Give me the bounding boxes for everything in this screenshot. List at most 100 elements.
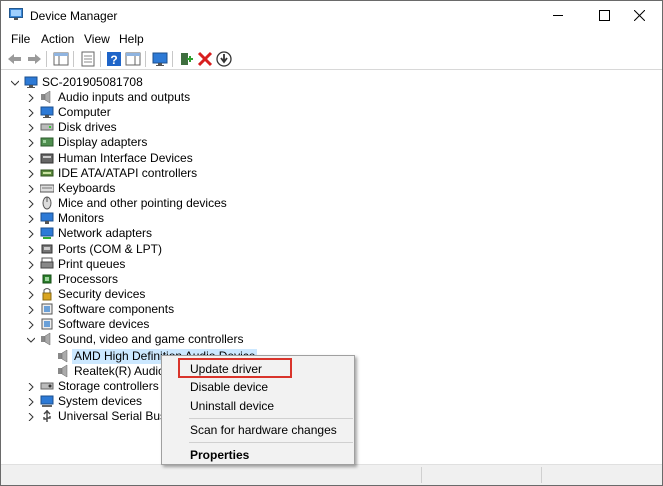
chevron-right-icon[interactable] xyxy=(27,170,35,178)
tree-category-row[interactable]: Disk drives xyxy=(1,120,301,135)
monitor-icon xyxy=(40,212,54,224)
help-icon[interactable]: ? xyxy=(105,50,123,68)
tree-category-row[interactable]: Processors xyxy=(1,272,301,287)
download-update-icon[interactable] xyxy=(215,50,233,68)
chevron-right-icon[interactable] xyxy=(27,276,35,284)
toolbar: ? xyxy=(1,48,662,70)
show-hide-tree-icon[interactable] xyxy=(52,50,70,68)
chevron-right-icon[interactable] xyxy=(27,139,35,147)
close-button[interactable] xyxy=(616,1,662,29)
title-bar: Device Manager xyxy=(1,1,662,29)
storage-controller-icon xyxy=(40,382,54,390)
tree-category-row[interactable]: Audio inputs and outputs xyxy=(1,90,301,105)
back-arrow-icon[interactable] xyxy=(6,50,24,68)
speaker-icon xyxy=(58,364,68,378)
category-label: Storage controllers xyxy=(58,379,159,393)
scan-monitor-icon[interactable] xyxy=(151,50,169,68)
category-label: Monitors xyxy=(58,211,105,225)
toolbar-divider xyxy=(73,51,74,67)
network-adapter-icon xyxy=(40,227,54,239)
status-bar xyxy=(1,464,662,485)
category-label: Disk drives xyxy=(58,120,117,134)
ide-controller-icon xyxy=(40,169,54,177)
ctx-uninstall-device[interactable]: Uninstall device xyxy=(162,396,354,416)
port-icon xyxy=(41,244,53,254)
menu-file[interactable]: File xyxy=(11,32,30,46)
ctx-disable-device[interactable]: Disable device xyxy=(162,377,354,397)
speaker-icon xyxy=(58,349,68,363)
chevron-right-icon[interactable] xyxy=(27,398,35,406)
chevron-right-icon[interactable] xyxy=(27,155,35,163)
sound-controller-icon xyxy=(41,332,51,346)
forward-arrow-icon[interactable] xyxy=(25,50,43,68)
tree-category-row[interactable]: Software components xyxy=(1,302,301,317)
tree-root[interactable]: SC-201905081708 xyxy=(1,75,301,90)
properties-icon[interactable] xyxy=(79,50,97,68)
menu-bar: File Action View Help xyxy=(1,29,662,48)
toolbar-divider xyxy=(172,51,173,67)
chevron-right-icon[interactable] xyxy=(27,291,35,299)
processor-icon xyxy=(42,274,52,284)
chevron-down-icon[interactable] xyxy=(11,79,19,87)
status-divider xyxy=(541,467,542,483)
chevron-right-icon[interactable] xyxy=(27,94,35,102)
update-driver-highlight xyxy=(178,358,292,378)
uninstall-red-x-icon[interactable] xyxy=(196,50,214,68)
category-label: Sound, video and game controllers xyxy=(58,332,244,346)
hid-icon xyxy=(40,153,54,164)
chevron-right-icon[interactable] xyxy=(27,413,35,421)
tree-category-row[interactable]: Sound, video and game controllers xyxy=(1,332,301,347)
ctx-properties[interactable]: Properties xyxy=(162,445,354,465)
chevron-right-icon[interactable] xyxy=(27,246,35,254)
tree-category-row[interactable]: Display adapters xyxy=(1,135,301,150)
tree-category-row[interactable]: Ports (COM & LPT) xyxy=(1,242,301,257)
chevron-right-icon[interactable] xyxy=(27,185,35,193)
category-label: Security devices xyxy=(58,287,146,301)
minimize-button[interactable] xyxy=(535,1,581,29)
toolbar-divider xyxy=(145,51,146,67)
software-device-icon xyxy=(41,318,53,330)
chevron-right-icon[interactable] xyxy=(27,383,35,391)
toolbar-divider xyxy=(46,51,47,67)
chevron-right-icon[interactable] xyxy=(27,261,35,269)
chevron-right-icon[interactable] xyxy=(27,109,35,117)
status-divider xyxy=(421,467,422,483)
chevron-right-icon[interactable] xyxy=(27,124,35,132)
tree-category-row[interactable]: Human Interface Devices xyxy=(1,151,301,166)
ctx-separator xyxy=(189,418,353,419)
tree-category-row[interactable]: Mice and other pointing devices xyxy=(1,196,301,211)
chevron-right-icon[interactable] xyxy=(27,306,35,314)
tree-category-row[interactable]: IDE ATA/ATAPI controllers xyxy=(1,166,301,181)
chevron-right-icon[interactable] xyxy=(27,321,35,329)
chevron-right-icon[interactable] xyxy=(27,230,35,238)
category-label: Ports (COM & LPT) xyxy=(58,242,163,256)
software-component-icon xyxy=(41,303,53,315)
window-title: Device Manager xyxy=(30,9,118,23)
disk-drive-icon xyxy=(40,123,54,131)
computer-name: SC-201905081708 xyxy=(42,75,143,89)
tree-category-row[interactable]: Security devices xyxy=(1,287,301,302)
menu-help[interactable]: Help xyxy=(119,32,144,46)
action-pane-icon[interactable] xyxy=(124,50,142,68)
menu-action[interactable]: Action xyxy=(41,32,74,46)
menu-view[interactable]: View xyxy=(84,32,110,46)
tree-category-row[interactable]: Keyboards xyxy=(1,181,301,196)
tree-category-row[interactable]: Software devices xyxy=(1,317,301,332)
category-label: Audio inputs and outputs xyxy=(58,90,191,104)
tree-category-row[interactable]: Monitors xyxy=(1,211,301,226)
chevron-down-icon[interactable] xyxy=(27,336,35,344)
add-driver-icon[interactable] xyxy=(177,50,195,68)
chevron-right-icon[interactable] xyxy=(27,200,35,208)
ctx-scan-hardware[interactable]: Scan for hardware changes xyxy=(162,420,354,440)
usb-icon xyxy=(43,410,51,422)
audio-icon xyxy=(41,90,51,104)
tree-category-row[interactable]: Print queues xyxy=(1,257,301,272)
category-label: Keyboards xyxy=(58,181,116,195)
tree-category-row[interactable]: Computer xyxy=(1,105,301,120)
category-label: Processors xyxy=(58,272,119,286)
device-label: Realtek(R) Audio xyxy=(74,364,165,378)
tree-category-row[interactable]: Network adapters xyxy=(1,226,301,241)
toolbar-divider xyxy=(100,51,101,67)
chevron-right-icon[interactable] xyxy=(27,215,35,223)
device-manager-icon xyxy=(9,8,23,20)
